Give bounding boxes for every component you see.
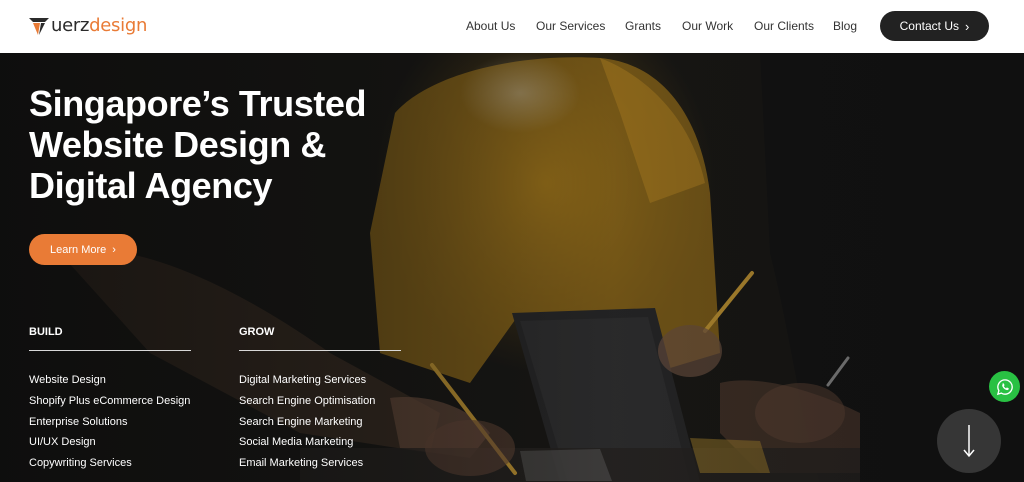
nav-blog[interactable]: Blog bbox=[833, 18, 857, 34]
build-column: BUILD Website Design Shopify Plus eComme… bbox=[29, 326, 191, 474]
main-nav: About Us Our Services Grants Our Work Ou… bbox=[0, 18, 1024, 34]
build-list: Website Design Shopify Plus eCommerce De… bbox=[29, 370, 191, 474]
nav-our-services[interactable]: Our Services bbox=[536, 18, 605, 34]
hero-title-line-2: Website Design & bbox=[29, 124, 326, 165]
list-item: Shopify Plus eCommerce Design bbox=[29, 391, 191, 412]
hero-title-line-1: Singapore’s Trusted bbox=[29, 83, 367, 124]
list-item: Social Media Marketing bbox=[239, 432, 401, 453]
whatsapp-button[interactable] bbox=[989, 371, 1020, 402]
link-ui-ux-design[interactable]: UI/UX Design bbox=[29, 436, 96, 448]
list-item: Website Design bbox=[29, 370, 191, 391]
scroll-down-button[interactable] bbox=[937, 409, 1001, 473]
link-email-marketing-services[interactable]: Email Marketing Services bbox=[239, 457, 363, 469]
link-shopify-plus-ecommerce-design[interactable]: Shopify Plus eCommerce Design bbox=[29, 395, 190, 407]
learn-more-label: Learn More bbox=[50, 243, 107, 256]
list-item: Search Engine Marketing bbox=[239, 412, 401, 433]
link-enterprise-solutions[interactable]: Enterprise Solutions bbox=[29, 416, 127, 428]
grow-list: Digital Marketing Services Search Engine… bbox=[239, 370, 401, 474]
hero-section: Singapore’s Trusted Website Design & Dig… bbox=[0, 53, 1024, 482]
link-copywriting-services[interactable]: Copywriting Services bbox=[29, 457, 132, 469]
link-website-design[interactable]: Website Design bbox=[29, 374, 106, 386]
hero-title-line-3: Digital Agency bbox=[29, 165, 273, 206]
link-digital-marketing-services[interactable]: Digital Marketing Services bbox=[239, 374, 366, 386]
grow-heading: GROW bbox=[239, 326, 275, 338]
arrow-down-icon bbox=[963, 425, 975, 458]
nav-grants[interactable]: Grants bbox=[625, 18, 661, 34]
list-item: UI/UX Design bbox=[29, 432, 191, 453]
site-header: uerzdesign About Us Our Services Grants … bbox=[0, 0, 1024, 53]
list-item: Copywriting Services bbox=[29, 453, 191, 474]
nav-our-work[interactable]: Our Work bbox=[682, 18, 733, 34]
list-item: Digital Marketing Services bbox=[239, 370, 401, 391]
chevron-right-icon: › bbox=[965, 18, 970, 34]
nav-about-us[interactable]: About Us bbox=[466, 18, 515, 34]
grow-column: GROW Digital Marketing Services Search E… bbox=[239, 326, 401, 474]
hero-title: Singapore’s Trusted Website Design & Dig… bbox=[29, 83, 449, 206]
build-heading: BUILD bbox=[29, 326, 63, 338]
grow-divider bbox=[239, 350, 401, 351]
list-item: Search Engine Optimisation bbox=[239, 391, 401, 412]
build-divider bbox=[29, 350, 191, 351]
learn-more-button[interactable]: Learn More › bbox=[29, 234, 137, 265]
link-search-engine-marketing[interactable]: Search Engine Marketing bbox=[239, 416, 363, 428]
chevron-right-icon: › bbox=[112, 243, 116, 256]
link-search-engine-optimisation[interactable]: Search Engine Optimisation bbox=[239, 395, 375, 407]
link-social-media-marketing[interactable]: Social Media Marketing bbox=[239, 436, 353, 448]
contact-us-button[interactable]: Contact Us › bbox=[880, 11, 989, 41]
nav-our-clients[interactable]: Our Clients bbox=[754, 18, 814, 34]
whatsapp-icon bbox=[996, 378, 1013, 395]
contact-us-label: Contact Us bbox=[899, 19, 959, 33]
list-item: Email Marketing Services bbox=[239, 453, 401, 474]
list-item: Enterprise Solutions bbox=[29, 412, 191, 433]
